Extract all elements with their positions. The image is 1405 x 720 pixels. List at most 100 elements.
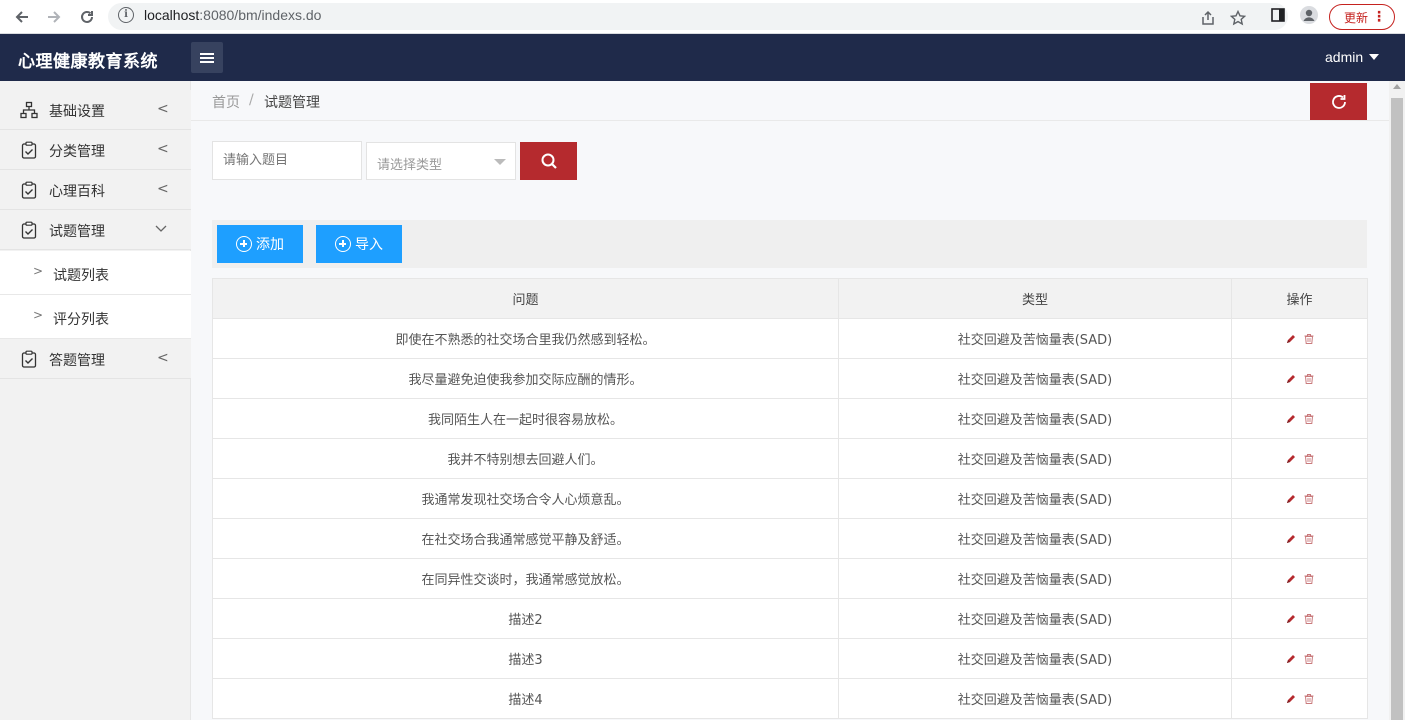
edit-pencil-icon[interactable] bbox=[1285, 453, 1297, 465]
questions-table: 问题 类型 操作 即使在不熟悉的社交场合里我仍然感到轻松。 社交回避及苦恼量表(S… bbox=[212, 278, 1368, 719]
scrollbar-thumb[interactable] bbox=[1391, 98, 1403, 720]
edit-pencil-icon[interactable] bbox=[1285, 493, 1297, 505]
chevron-left-icon: < bbox=[157, 350, 169, 366]
edit-pencil-icon[interactable] bbox=[1285, 653, 1297, 665]
delete-trash-icon[interactable] bbox=[1303, 653, 1315, 665]
edit-pencil-icon[interactable] bbox=[1285, 533, 1297, 545]
breadcrumb-home[interactable]: 首页 bbox=[212, 92, 240, 112]
delete-trash-icon[interactable] bbox=[1303, 693, 1315, 705]
share-icon[interactable] bbox=[1198, 8, 1218, 28]
sidebar-item-label: 基础设置 bbox=[49, 104, 105, 120]
clipboard-check-icon bbox=[21, 350, 37, 368]
edit-pencil-icon[interactable] bbox=[1285, 693, 1297, 705]
sidebar-item-questions[interactable]: 试题管理 bbox=[0, 210, 191, 250]
table-row: 我并不特别想去回避人们。 社交回避及苦恼量表(SAD) bbox=[212, 438, 1368, 479]
actions-cell bbox=[1231, 478, 1368, 519]
sidebar-item-answers[interactable]: 答题管理 < bbox=[0, 339, 191, 379]
sidebar: 基础设置 < 分类管理 < 心理百科 < 试题管理 > 试题列表 > 评分列表 … bbox=[0, 81, 191, 720]
type-cell: 社交回避及苦恼量表(SAD) bbox=[838, 638, 1232, 679]
chevron-left-icon: < bbox=[157, 101, 169, 117]
sidebar-subitem-label: 评分列表 bbox=[53, 312, 109, 328]
type-cell: 社交回避及苦恼量表(SAD) bbox=[838, 318, 1232, 359]
actions-cell bbox=[1231, 598, 1368, 639]
chevron-down-icon bbox=[155, 225, 167, 232]
reload-icon[interactable] bbox=[75, 5, 99, 29]
url-text[interactable]: localhost:8080/bm/indexs.do bbox=[144, 7, 321, 23]
question-cell: 我并不特别想去回避人们。 bbox=[212, 438, 839, 479]
edit-pencil-icon[interactable] bbox=[1285, 333, 1297, 345]
scroll-up-arrow-icon[interactable] bbox=[1393, 84, 1401, 89]
clipboard-check-icon bbox=[21, 141, 37, 159]
table-header-row: 问题 类型 操作 bbox=[212, 278, 1368, 319]
address-bar[interactable]: i localhost:8080/bm/indexs.do bbox=[108, 3, 1288, 30]
question-cell: 我通常发现社交场合令人心烦意乱。 bbox=[212, 478, 839, 519]
type-select-value: 请选择类型 bbox=[377, 158, 443, 173]
type-cell: 社交回避及苦恼量表(SAD) bbox=[838, 558, 1232, 599]
import-button[interactable]: 导入 bbox=[316, 225, 402, 263]
search-button[interactable] bbox=[520, 142, 577, 180]
chevron-left-icon: < bbox=[157, 141, 169, 157]
username: admin bbox=[1325, 49, 1364, 65]
type-cell: 社交回避及苦恼量表(SAD) bbox=[838, 598, 1232, 639]
delete-trash-icon[interactable] bbox=[1303, 493, 1315, 505]
table-row: 即使在不熟悉的社交场合里我仍然感到轻松。 社交回避及苦恼量表(SAD) bbox=[212, 318, 1368, 359]
refresh-button[interactable] bbox=[1310, 83, 1367, 120]
menu-toggle-button[interactable] bbox=[191, 42, 223, 73]
delete-trash-icon[interactable] bbox=[1303, 333, 1315, 345]
sidebar-subitem-label: 试题列表 bbox=[53, 268, 109, 284]
main-content: 首页 / 试题管理 请选择类型 添加 导入 问题 类型 操作 即使在不熟悉的社交… bbox=[191, 81, 1389, 720]
action-toolbar: 添加 导入 bbox=[212, 220, 1367, 268]
sidebar-subitem-score-list[interactable]: > 评分列表 bbox=[0, 295, 191, 339]
question-cell: 在社交场合我通常感觉平静及舒适。 bbox=[212, 518, 839, 559]
browser-toolbar: i localhost:8080/bm/indexs.do 更新 ⋮ bbox=[0, 0, 1405, 34]
question-cell: 即使在不熟悉的社交场合里我仍然感到轻松。 bbox=[212, 318, 839, 359]
sidebar-item-category[interactable]: 分类管理 < bbox=[0, 130, 191, 170]
app-header: 心理健康教育系统 admin bbox=[0, 34, 1405, 81]
edit-pencil-icon[interactable] bbox=[1285, 613, 1297, 625]
question-cell: 我尽量避免迫使我参加交际应酬的情形。 bbox=[212, 358, 839, 399]
info-icon[interactable]: i bbox=[118, 7, 134, 23]
sidebar-item-basic-settings[interactable]: 基础设置 < bbox=[0, 90, 191, 130]
question-search-input[interactable] bbox=[212, 141, 362, 180]
delete-trash-icon[interactable] bbox=[1303, 573, 1315, 585]
column-header-question: 问题 bbox=[212, 278, 839, 319]
update-button[interactable]: 更新 ⋮ bbox=[1329, 4, 1395, 30]
edit-pencil-icon[interactable] bbox=[1285, 573, 1297, 585]
edit-pencil-icon[interactable] bbox=[1285, 413, 1297, 425]
plus-circle-icon bbox=[236, 236, 252, 252]
edit-pencil-icon[interactable] bbox=[1285, 373, 1297, 385]
back-arrow-icon[interactable] bbox=[10, 5, 34, 29]
side-panel-icon[interactable] bbox=[1268, 5, 1288, 25]
actions-cell bbox=[1231, 318, 1368, 359]
table-row: 描述4 社交回避及苦恼量表(SAD) bbox=[212, 678, 1368, 719]
table-row: 描述2 社交回避及苦恼量表(SAD) bbox=[212, 598, 1368, 639]
type-cell: 社交回避及苦恼量表(SAD) bbox=[838, 518, 1232, 559]
actions-cell bbox=[1231, 398, 1368, 439]
delete-trash-icon[interactable] bbox=[1303, 453, 1315, 465]
delete-trash-icon[interactable] bbox=[1303, 533, 1315, 545]
profile-avatar-icon[interactable] bbox=[1299, 5, 1319, 25]
delete-trash-icon[interactable] bbox=[1303, 413, 1315, 425]
breadcrumb-separator: / bbox=[249, 92, 254, 108]
user-menu[interactable]: admin bbox=[1325, 49, 1380, 65]
more-vert-icon[interactable]: ⋮ bbox=[1372, 8, 1386, 26]
refresh-icon bbox=[1331, 94, 1346, 109]
delete-trash-icon[interactable] bbox=[1303, 373, 1315, 385]
actions-cell bbox=[1231, 438, 1368, 479]
delete-trash-icon[interactable] bbox=[1303, 613, 1315, 625]
question-cell: 我同陌生人在一起时很容易放松。 bbox=[212, 398, 839, 439]
clipboard-check-icon bbox=[21, 221, 37, 239]
star-icon[interactable] bbox=[1228, 8, 1248, 28]
sidebar-item-encyclopedia[interactable]: 心理百科 < bbox=[0, 170, 191, 210]
sidebar-subitem-question-list[interactable]: > 试题列表 bbox=[0, 251, 191, 295]
type-cell: 社交回避及苦恼量表(SAD) bbox=[838, 438, 1232, 479]
table-row: 我尽量避免迫使我参加交际应酬的情形。 社交回避及苦恼量表(SAD) bbox=[212, 358, 1368, 399]
type-select[interactable]: 请选择类型 bbox=[366, 142, 516, 180]
clipboard-check-icon bbox=[21, 181, 37, 199]
chevron-right-icon: > bbox=[33, 308, 44, 322]
add-button[interactable]: 添加 bbox=[217, 225, 303, 263]
brand-title: 心理健康教育系统 bbox=[18, 52, 158, 72]
forward-arrow-icon[interactable] bbox=[42, 5, 66, 29]
caret-down-icon bbox=[494, 159, 506, 165]
question-cell: 在同异性交谈时，我通常感觉放松。 bbox=[212, 558, 839, 599]
